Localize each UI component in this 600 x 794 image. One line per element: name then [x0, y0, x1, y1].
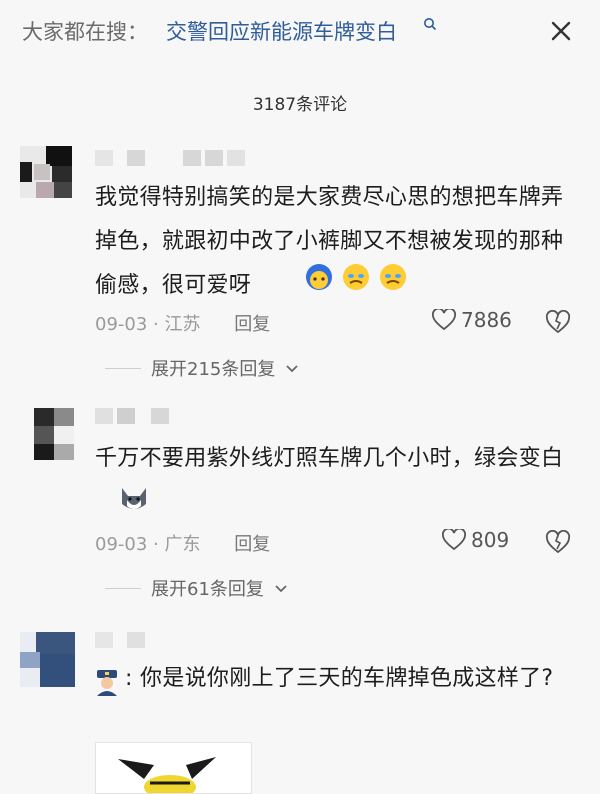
close-icon[interactable]: [548, 18, 574, 44]
divider: [105, 368, 141, 369]
like-count: 809: [471, 528, 510, 552]
image-thumbnail[interactable]: [95, 742, 252, 794]
like-count: 7886: [461, 308, 512, 332]
comment-location: 广东: [164, 534, 201, 555]
comment-date: 09-03: [95, 314, 148, 335]
reply-button[interactable]: 回复: [234, 534, 270, 555]
avatar[interactable]: [20, 146, 72, 198]
search-term-link[interactable]: 交警回应新能源车牌变白: [166, 16, 397, 46]
chevron-down-icon: [286, 365, 298, 373]
heart-icon: [442, 527, 466, 551]
expand-replies-label: 展开61条回复: [151, 579, 264, 600]
expand-replies-button[interactable]: 展开215条回复: [105, 355, 299, 381]
search-icon[interactable]: [423, 17, 437, 31]
divider: [105, 588, 141, 589]
comment-location: 江苏: [164, 314, 201, 335]
blue-face-emoji-icon: [306, 264, 332, 290]
broken-heart-icon[interactable]: [545, 530, 571, 554]
broken-heart-icon[interactable]: [545, 310, 571, 334]
comment-text: 千万不要用紫外线灯照车牌几个小时，绿会变白: [95, 446, 564, 471]
search-prefix-label: 大家都在搜：: [22, 20, 148, 44]
crying-face-emoji-icon: [343, 264, 370, 290]
like-button[interactable]: 7886: [432, 307, 512, 332]
husky-emoji-icon: [122, 488, 146, 509]
comment-meta: 09-03 · 广东 回复: [95, 534, 271, 555]
avatar[interactable]: [20, 632, 75, 687]
reply-button[interactable]: 回复: [234, 314, 270, 335]
username-blurred: [95, 150, 245, 166]
comments-count: 3187条评论: [252, 95, 348, 115]
username-blurred: [95, 408, 175, 424]
expand-replies-label: 展开215条回复: [151, 359, 276, 380]
comment-text: : 你是说你刚上了三天的车牌掉色成这样了?: [125, 666, 554, 691]
username-blurred: [95, 632, 155, 648]
crying-face-emoji-icon: [380, 264, 407, 290]
comment-text-content: 你是说你刚上了三天的车牌掉色成这样了?: [140, 666, 554, 691]
emoji-row: [302, 262, 408, 292]
comment-meta: 09-03 · 江苏 回复: [95, 314, 271, 335]
heart-icon: [432, 307, 456, 331]
avatar[interactable]: [34, 408, 74, 460]
like-button[interactable]: 809: [442, 527, 510, 552]
expand-replies-button[interactable]: 展开61条回复: [105, 575, 288, 601]
cartoon-image-icon: [118, 757, 216, 793]
chevron-down-icon: [275, 585, 287, 593]
comment-date: 09-03: [95, 534, 148, 555]
top-search-bar: 大家都在搜： 交警回应新能源车牌变白: [0, 0, 600, 62]
